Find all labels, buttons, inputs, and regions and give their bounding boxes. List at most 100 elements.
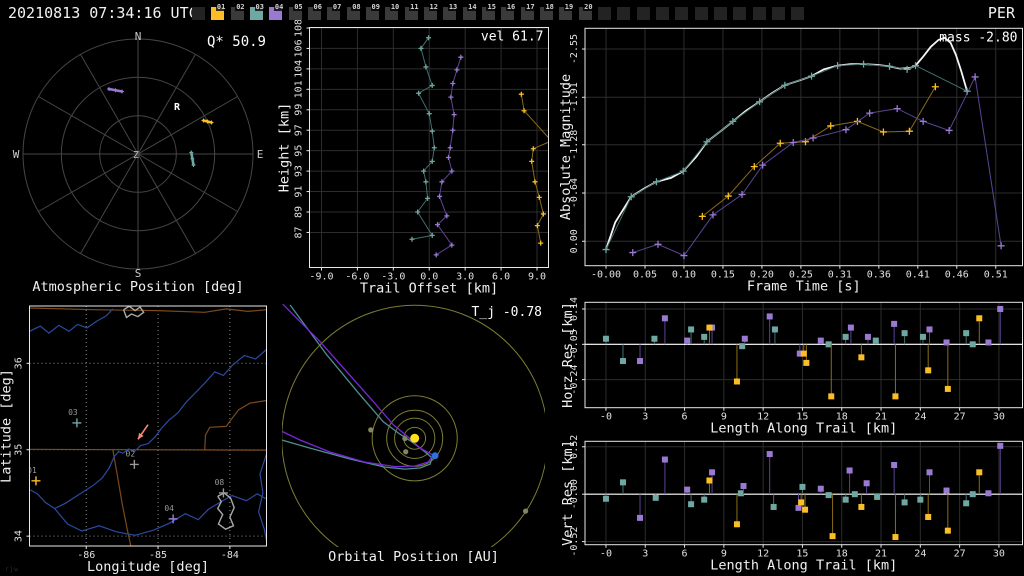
x-tick: 24 xyxy=(914,412,926,423)
station-toggle-label: 17 xyxy=(525,3,536,11)
station-toggle-label: 06 xyxy=(312,3,323,11)
station-toggle-03[interactable]: 03 xyxy=(249,3,265,20)
planet-jupiter xyxy=(522,508,529,514)
x-tick: 27 xyxy=(954,549,966,560)
station-slot xyxy=(733,7,747,20)
station-toggle-15[interactable]: 15 xyxy=(481,3,497,20)
station-toggle-09[interactable]: 09 xyxy=(365,3,381,20)
y-tick: 99 xyxy=(294,104,305,116)
river xyxy=(29,308,114,334)
station-toggle-label: 12 xyxy=(428,3,439,11)
top-bar: 20210813 07:34:16 UTC 01 02 03 04 05 06 07 08 09… xyxy=(0,0,1024,26)
magnitude-ylabel: Absolute Magnitude xyxy=(558,74,574,220)
station-toggle-label: 05 xyxy=(293,3,304,11)
station-toggle-16[interactable]: 16 xyxy=(501,3,517,20)
station-toggle-17[interactable]: 17 xyxy=(520,3,536,20)
series-station-03 xyxy=(602,326,976,365)
x-tick: -0 xyxy=(600,412,612,423)
station-toggle-14[interactable]: 14 xyxy=(462,3,478,20)
y-tick: 106 xyxy=(294,39,305,57)
x-tick: 30 xyxy=(993,549,1005,560)
station-toggle-13[interactable]: 13 xyxy=(443,3,459,20)
station-toggle-label: 19 xyxy=(563,3,575,11)
station-toggle-06[interactable]: 06 xyxy=(307,3,323,20)
planet-earth xyxy=(431,452,439,460)
panel-magnitude: -0.00 0.05 0.10 0.15 0.20 0.25 0.31 0.36 0.41 0.4… xyxy=(558,27,1023,295)
state-border xyxy=(29,448,267,451)
station-toggle-07[interactable]: 07 xyxy=(327,3,343,20)
x-tick: 6 xyxy=(682,549,688,560)
x-tick: 0.36 xyxy=(867,270,891,281)
series-station-01 xyxy=(706,469,983,541)
map-station-label: 02 xyxy=(126,449,136,458)
y-tick: -2.55 xyxy=(569,34,580,64)
station-toggle-08[interactable]: 08 xyxy=(346,3,362,20)
meteoroid-orbit-orbit_purple xyxy=(282,303,435,468)
station-toggle-01[interactable]: 01 xyxy=(211,3,227,20)
station-toggle-02[interactable]: 02 xyxy=(230,3,246,20)
watermark: rjw xyxy=(5,566,19,573)
timestamp: 20210813 07:34:16 UTC xyxy=(8,4,198,22)
cardinal-n: N xyxy=(135,30,142,43)
map-station-label: 04 xyxy=(164,504,174,513)
station-toggle-label: 20 xyxy=(583,3,594,11)
panel-ground-map: 0102030408-86 -85 -84363534Longitude [deg]… xyxy=(0,305,267,575)
station-toggle-12[interactable]: 12 xyxy=(423,3,439,20)
station-toggle-04[interactable]: 04 xyxy=(269,3,285,20)
series-station-03 xyxy=(409,35,437,242)
cardinal-e: E xyxy=(257,148,264,161)
station-toggle-20[interactable]: 20 xyxy=(578,3,594,20)
series-station-01 xyxy=(706,315,983,400)
x-tick: 9.0 xyxy=(528,272,546,283)
station-toggle-label: 15 xyxy=(486,3,497,11)
horz_res-xlabel: Length Along Trail [km] xyxy=(710,421,897,437)
y-tick: 34 xyxy=(14,530,25,542)
y-tick: 36 xyxy=(14,357,25,369)
sun xyxy=(410,433,420,443)
y-tick: 97 xyxy=(294,124,305,136)
station-toggle-label: 08 xyxy=(351,3,362,11)
x-tick: 24 xyxy=(914,549,926,560)
x-tick: -84 xyxy=(221,550,239,561)
station-toggle-row: 01 02 03 04 05 06 07 08 09 10 11 12 13 14 15 16 17 18 19 20 xyxy=(192,3,811,20)
y-tick: 87 xyxy=(294,226,305,238)
y-tick: 93 xyxy=(294,165,305,177)
urban-area xyxy=(122,306,145,319)
station-slot xyxy=(713,7,727,20)
map-station-label: 08 xyxy=(215,478,225,487)
station-toggle-19[interactable]: 19 xyxy=(559,3,575,20)
map-ylabel: Latitude [deg] xyxy=(0,369,15,483)
station-toggle-18[interactable]: 18 xyxy=(539,3,555,20)
station-toggle-10[interactable]: 10 xyxy=(385,3,401,20)
x-tick: 0.41 xyxy=(906,270,930,281)
station-toggle-label: 03 xyxy=(254,3,265,11)
station-toggle-label: 13 xyxy=(447,3,459,11)
station-toggle-label: 18 xyxy=(544,3,555,11)
series-station-04 xyxy=(629,73,1005,260)
panel-atmospheric-position: NSEW ZRQ* 50.9Atmospheric Position [deg] xyxy=(13,30,266,295)
panel-vert_res: -0 3 6 9 12 15 18 21 24 27 300.52-0.00-0.52Length … xyxy=(560,435,1023,574)
station-toggle-label: 04 xyxy=(273,3,285,11)
station-slot xyxy=(694,7,708,20)
map-station-04: 04 xyxy=(164,504,178,524)
station-toggle-label: 02 xyxy=(235,3,246,11)
station-slot xyxy=(597,7,611,20)
series-station-03 xyxy=(602,60,971,254)
panel-orbital-position: T_j -0.78 Orbital Position [AU] xyxy=(282,303,545,565)
panel-horz_res: -0 3 6 9 12 15 18 21 24 27 300.14-0.05-0.24Length … xyxy=(560,297,1023,437)
station-slot xyxy=(675,7,689,20)
y-tick: 35 xyxy=(14,444,25,456)
map-xlabel: Longitude [deg] xyxy=(87,559,209,575)
trail_offset-ylabel: Height [km] xyxy=(277,103,293,192)
panel-trail_offset: -9.0 -6.0 -3.0 0.0 3.0 6.0 9.01081061041019997… xyxy=(277,19,549,297)
x-tick: 0.46 xyxy=(945,270,969,281)
station-toggle-label: 10 xyxy=(389,3,401,11)
x-tick: 30 xyxy=(993,412,1005,423)
station-toggle-label: 11 xyxy=(409,3,420,11)
map-station-label: 01 xyxy=(27,466,37,475)
station-slot xyxy=(617,7,631,20)
station-toggle-05[interactable]: 05 xyxy=(288,3,304,20)
station-slot xyxy=(771,7,785,20)
x-tick: 0.15 xyxy=(711,270,735,281)
station-toggle-11[interactable]: 11 xyxy=(404,3,420,20)
